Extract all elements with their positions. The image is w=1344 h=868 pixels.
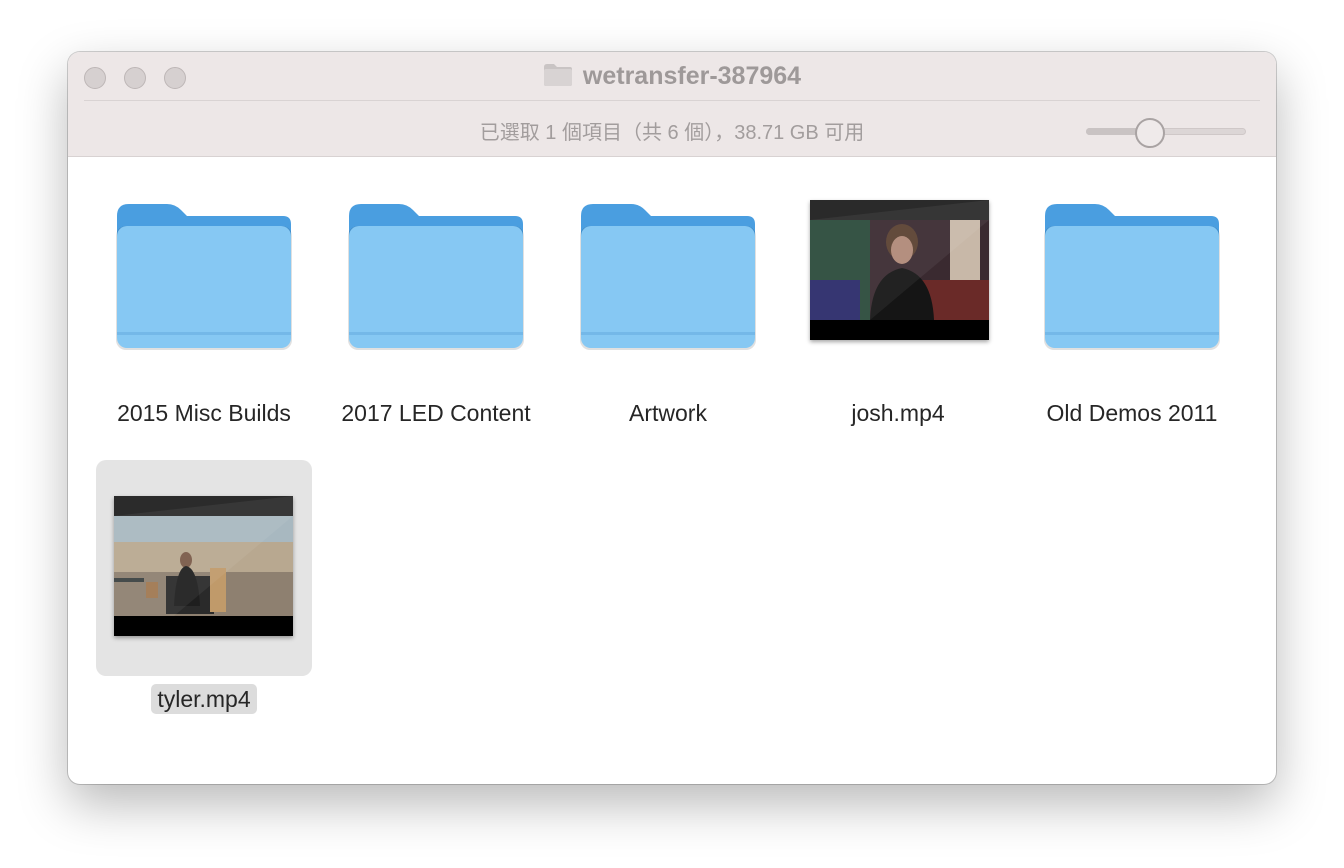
window-title-text: wetransfer-387964 bbox=[582, 62, 802, 90]
folder-icon bbox=[580, 204, 756, 350]
item-icon-box-selected[interactable] bbox=[96, 460, 312, 676]
finder-window: wetransfer-387964 已選取 1 個項目（共 6 個），38.71… bbox=[68, 52, 1276, 784]
window-title: wetransfer-387964 bbox=[68, 62, 1276, 91]
video-thumbnail-josh bbox=[810, 200, 989, 340]
item-icon-box[interactable] bbox=[96, 176, 312, 392]
item-label: Artwork bbox=[629, 400, 707, 426]
item-label: 2017 LED Content bbox=[341, 400, 531, 426]
item-label: Old Demos 2011 bbox=[1046, 400, 1218, 426]
icon-size-slider[interactable] bbox=[1086, 118, 1246, 148]
video-thumbnail-tyler bbox=[114, 496, 293, 636]
video-frame-icon bbox=[810, 200, 989, 340]
item-icon-box[interactable] bbox=[560, 176, 776, 392]
folder-icon bbox=[1044, 204, 1220, 350]
slider-thumb[interactable] bbox=[1135, 118, 1166, 148]
folder-icon bbox=[543, 64, 572, 86]
folder-icon bbox=[348, 204, 524, 350]
item-label-selected: tyler.mp4 bbox=[76, 684, 332, 714]
titlebar-divider bbox=[84, 100, 1260, 101]
titlebar: wetransfer-387964 已選取 1 個項目（共 6 個），38.71… bbox=[68, 52, 1276, 157]
item-icon-box[interactable] bbox=[790, 176, 1006, 392]
item-label: 2015 Misc Builds bbox=[117, 400, 291, 426]
item-label: josh.mp4 bbox=[851, 400, 945, 426]
video-frame-icon bbox=[114, 496, 293, 636]
item-icon-box[interactable] bbox=[1024, 176, 1240, 392]
item-icon-box[interactable] bbox=[328, 176, 544, 392]
folder-icon bbox=[116, 204, 292, 350]
